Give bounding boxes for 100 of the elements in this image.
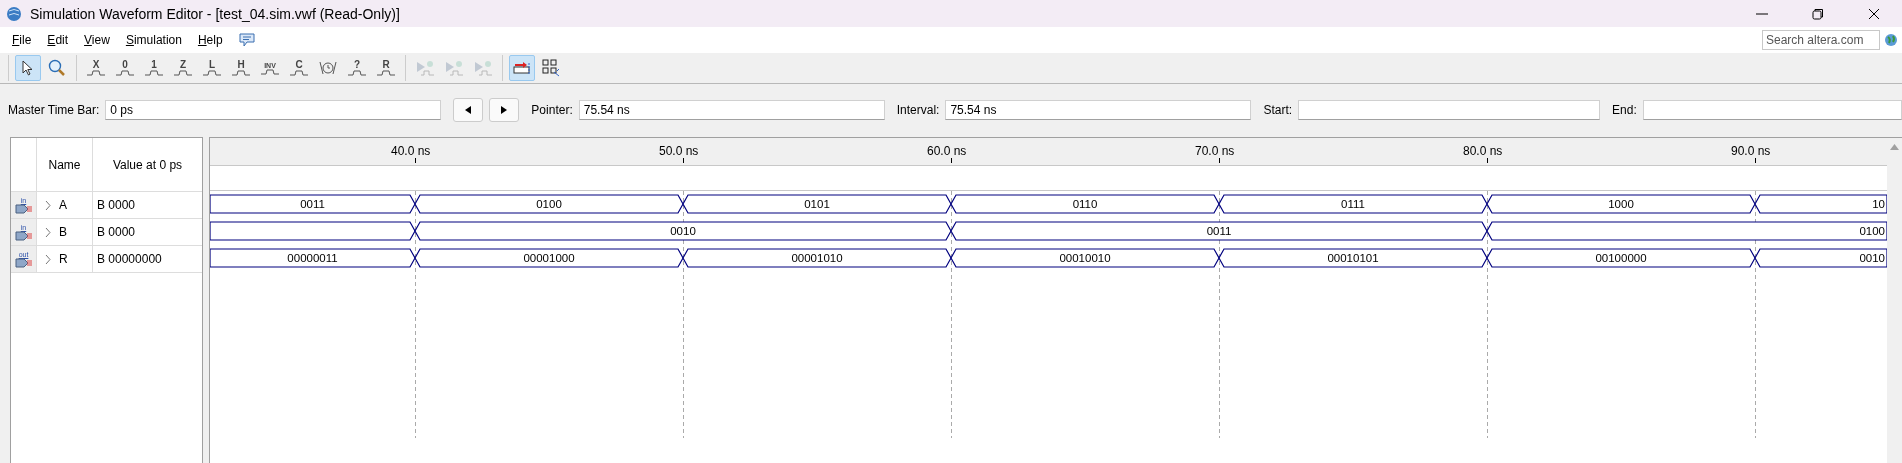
toolbar-button[interactable]: 1 [141, 55, 167, 81]
wave-icon [145, 70, 163, 76]
window-title: Simulation Waveform Editor - [test_04.sim.vwf (Read-Only)] [30, 5, 401, 22]
bus-value: 00010010 [1059, 252, 1111, 264]
search-field[interactable]: Search altera.com [1762, 30, 1880, 50]
chevron-icon[interactable] [45, 254, 51, 264]
tool-glyph: C [295, 60, 303, 70]
wave-icon [261, 68, 279, 75]
bus-value: 00000011 [287, 252, 338, 264]
field-label: Master Time Bar: [8, 103, 100, 117]
zoom-icon [48, 59, 66, 77]
wave-icon [116, 70, 134, 76]
bus-value: 0101 [804, 198, 830, 210]
toolbar-button[interactable]: L [199, 55, 225, 81]
tick-label: 80.0 ns [1463, 144, 1503, 158]
bus-value: 00001000 [523, 252, 575, 264]
next-button[interactable] [489, 98, 520, 122]
signal-value: B 0000 [92, 219, 202, 245]
pointer-field[interactable]: 75.54 ns [578, 100, 885, 120]
tool-glyph: H [237, 60, 245, 70]
bus-value: 0100 [536, 198, 562, 210]
menu-item[interactable]: Simulation [117, 33, 190, 47]
left-triangle-icon [465, 106, 472, 114]
field-label: End: [1612, 103, 1637, 117]
run-icon [415, 59, 435, 77]
bus-value: 10 [1872, 198, 1885, 210]
column-header: Name [36, 138, 92, 191]
master-time-field[interactable]: 0 ps [105, 100, 442, 120]
column-header: Value at 0 ps [92, 138, 202, 191]
right-triangle-icon [501, 106, 508, 114]
bus-value: 00100000 [1595, 252, 1647, 264]
close-icon[interactable] [1868, 7, 1880, 20]
chevron-icon[interactable] [45, 200, 51, 210]
previous-button[interactable] [453, 98, 484, 122]
tick-label: 50.0 ns [659, 144, 699, 158]
signal-name: B [59, 225, 67, 239]
signal-name: A [59, 198, 67, 212]
signal-value: B 0000 [92, 192, 202, 218]
run-icon [473, 59, 493, 77]
menu-item[interactable]: Edit [39, 33, 77, 47]
wave-icon [348, 70, 366, 76]
run-icon [444, 59, 464, 77]
toolbar-button[interactable]: H [228, 55, 254, 81]
end-field[interactable] [1642, 100, 1902, 120]
toolbar-button[interactable]: R [373, 55, 399, 81]
wave-icon [174, 70, 192, 76]
bus-value: 00001010 [791, 252, 843, 264]
toolbar-button[interactable] [15, 55, 41, 81]
bus-value: 0011 [300, 198, 325, 210]
signal-name: R [59, 252, 68, 266]
menu-item[interactable]: Help [189, 33, 231, 47]
bus-value: 1000 [1608, 198, 1634, 210]
tick-label: 70.0 ns [1195, 144, 1235, 158]
toolbar-button[interactable]: C [286, 55, 312, 81]
tool-glyph: 1 [151, 60, 157, 70]
bus-value: 00010101 [1327, 252, 1379, 264]
toolbar-button[interactable] [509, 55, 535, 81]
restore-icon[interactable] [1812, 7, 1824, 20]
toolbar-button[interactable]: X [83, 55, 109, 81]
bus-value: 0110 [1072, 198, 1098, 210]
clock-icon [319, 60, 337, 76]
tick-label: 40.0 ns [391, 144, 431, 158]
bus-value: 0010 [670, 225, 696, 237]
tool-glyph: 0 [122, 60, 128, 70]
wave-icon [290, 70, 308, 76]
bus-value: 0010 [1859, 252, 1885, 264]
globe-icon[interactable] [1884, 33, 1898, 47]
scroll-up-icon[interactable] [1890, 144, 1899, 150]
interval-field[interactable]: 75.54 ns [945, 100, 1252, 120]
chevron-icon[interactable] [45, 227, 51, 237]
field-label: Pointer: [531, 103, 573, 117]
pointer-icon [22, 60, 34, 76]
tool-glyph: Z [179, 60, 187, 70]
bus-value: 0100 [1859, 225, 1885, 237]
toolbar-button[interactable]: 0 [112, 55, 138, 81]
field-label: Interval: [896, 103, 940, 117]
toolbar-button[interactable]: Z [170, 55, 196, 81]
grid-icon [542, 59, 560, 77]
tool-glyph: X [92, 60, 100, 70]
tick-label: 90.0 ns [1731, 144, 1771, 158]
toolbar-button[interactable]: ? [344, 55, 370, 81]
tool-glyph: L [208, 60, 216, 70]
start-field[interactable] [1298, 100, 1601, 120]
field-label: Start: [1263, 103, 1293, 117]
wave-icon [377, 70, 395, 76]
wave-icon [203, 70, 221, 76]
minimize-icon[interactable] [1756, 12, 1768, 15]
snap-icon [513, 61, 531, 75]
signal-value: B 00000000 [92, 246, 202, 272]
wave-icon [87, 70, 105, 76]
app-logo-icon [6, 5, 22, 22]
feedback-icon[interactable] [238, 33, 255, 47]
tool-glyph: R [382, 60, 390, 70]
tool-glyph: ? [353, 60, 361, 70]
tick-label: 60.0 ns [927, 144, 967, 158]
menu-item[interactable]: View [76, 33, 118, 47]
wave-icon [232, 70, 250, 76]
bus-value: 0011 [1206, 225, 1232, 237]
bus-value: 0111 [1341, 198, 1365, 210]
menu-item[interactable]: File [4, 33, 40, 47]
